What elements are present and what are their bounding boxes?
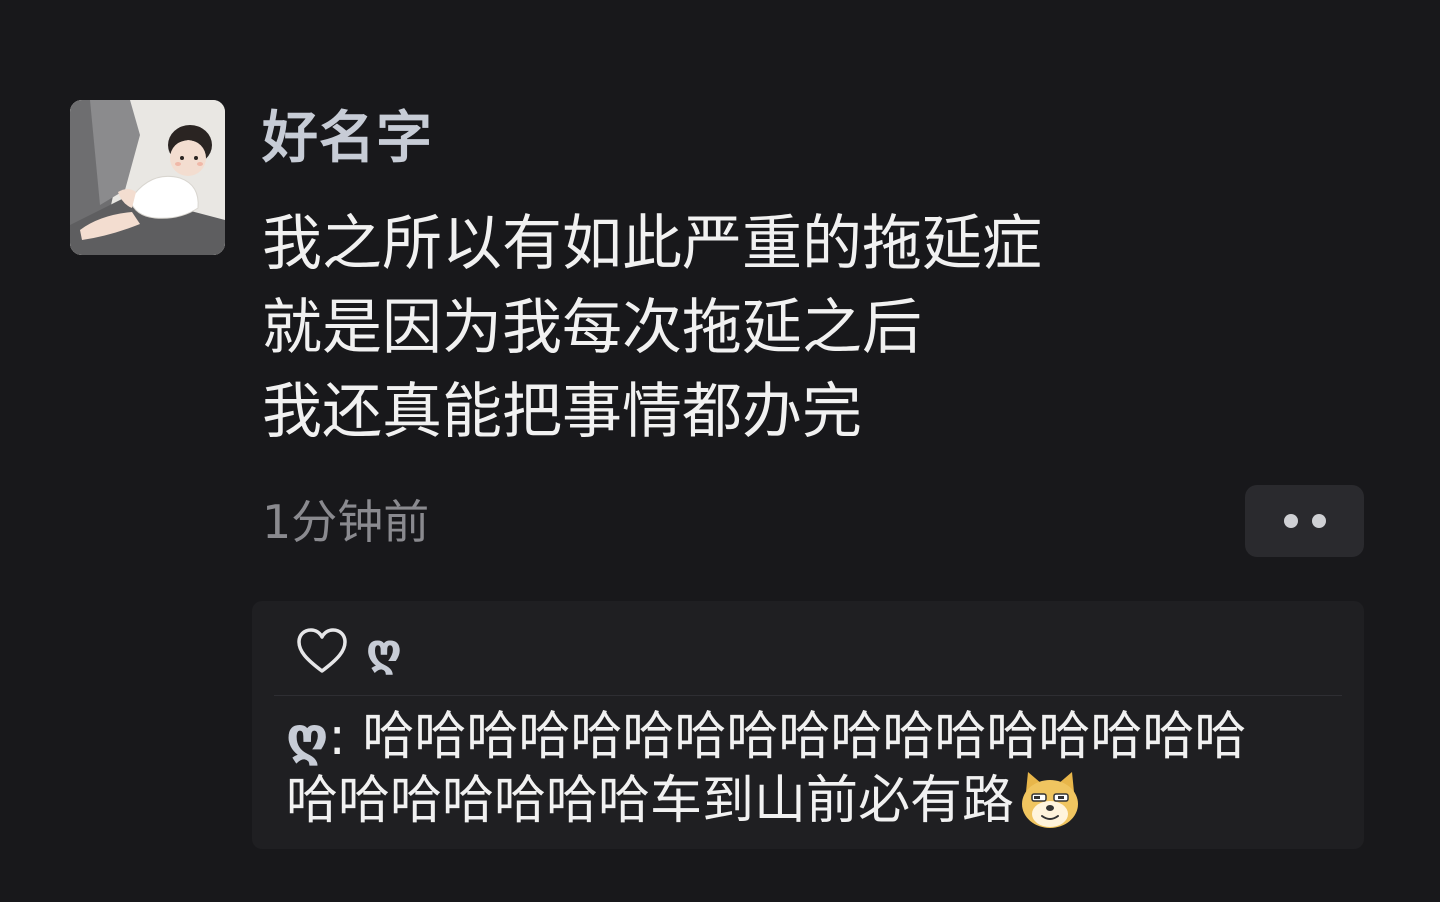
more-options-button[interactable] xyxy=(1245,485,1364,557)
liker-name[interactable]: ღ xyxy=(366,619,402,683)
reply-text: 哈哈哈哈哈哈哈哈哈哈哈哈哈哈哈哈哈 xyxy=(362,707,1247,767)
reply-separator: : xyxy=(328,707,363,767)
reply-panel: ღ ღ: 哈哈哈哈哈哈哈哈哈哈哈哈哈哈哈哈哈 哈哈哈哈哈哈哈车到山前必有路 xyxy=(252,601,1364,849)
more-dot-icon xyxy=(1311,514,1326,528)
username[interactable]: 好名字 xyxy=(262,104,433,174)
like-row: ღ xyxy=(296,619,402,683)
reply-text: 哈哈哈哈哈哈哈车到山前必有路 xyxy=(286,771,1015,831)
comment-screen: 好名字 我之所以有如此严重的拖延症 就是因为我每次拖延之后 我还真能把事情都办完… xyxy=(0,0,1440,902)
comment-line: 就是因为我每次拖延之后 xyxy=(262,293,922,363)
doge-emoji-icon xyxy=(1022,772,1079,828)
reply-author[interactable]: ღ xyxy=(286,707,328,767)
avatar-image xyxy=(70,100,225,255)
comment-line: 我还真能把事情都办完 xyxy=(262,377,862,447)
comment-body: 我之所以有如此严重的拖延症 就是因为我每次拖延之后 我还真能把事情都办完 xyxy=(262,202,1262,454)
heart-outline-icon[interactable] xyxy=(296,627,348,675)
divider xyxy=(274,695,1342,696)
comment-line: 我之所以有如此严重的拖延症 xyxy=(262,209,1042,279)
more-dot-icon xyxy=(1283,514,1298,528)
reply-item[interactable]: ღ: 哈哈哈哈哈哈哈哈哈哈哈哈哈哈哈哈哈 哈哈哈哈哈哈哈车到山前必有路 xyxy=(286,705,1336,834)
reply-line: ღ: 哈哈哈哈哈哈哈哈哈哈哈哈哈哈哈哈哈 xyxy=(286,705,1336,769)
reply-line: 哈哈哈哈哈哈哈车到山前必有路 xyxy=(286,769,1336,834)
avatar[interactable] xyxy=(70,100,225,255)
timestamp: 1分钟前 xyxy=(262,495,430,549)
